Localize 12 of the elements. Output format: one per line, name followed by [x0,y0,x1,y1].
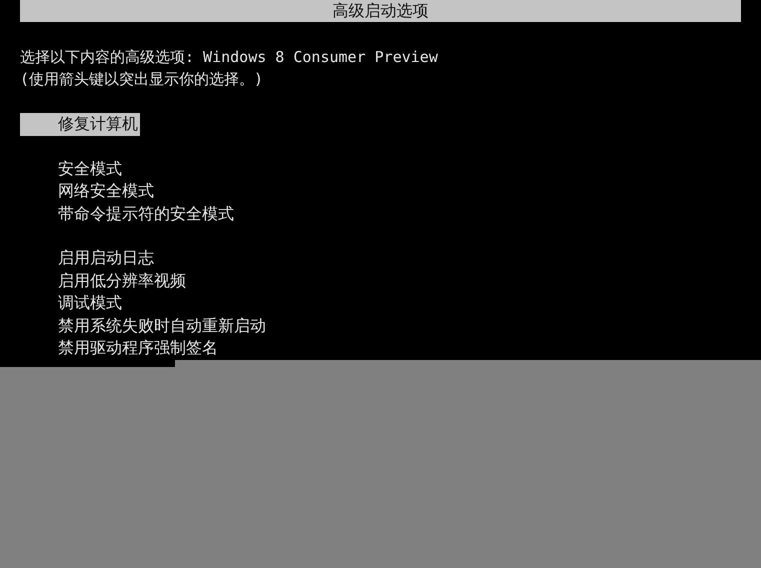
boot-option[interactable]: 启用启动日志 [58,247,156,270]
hint-text: (使用箭头键以突出显示你的选择。) [20,69,264,90]
boot-option[interactable]: 带命令提示符的安全模式 [58,202,236,225]
boot-option[interactable]: 安全模式 [58,158,124,180]
boot-option[interactable]: 启用低分辨率视频 [58,270,188,292]
prompt-text: 选择以下内容的高级选项: Windows 8 Consumer Preview [20,47,438,68]
screen-title: 高级启动选项 [20,0,741,22]
boot-option[interactable]: 禁用系统失败时自动重新启动 [58,314,268,337]
boot-option[interactable]: 调试模式 [58,292,124,314]
boot-option[interactable]: 修复计算机 [20,113,140,136]
boot-option[interactable]: 禁用驱动程序强制签名 [58,337,220,360]
boot-option[interactable]: 网络安全模式 [58,180,156,202]
